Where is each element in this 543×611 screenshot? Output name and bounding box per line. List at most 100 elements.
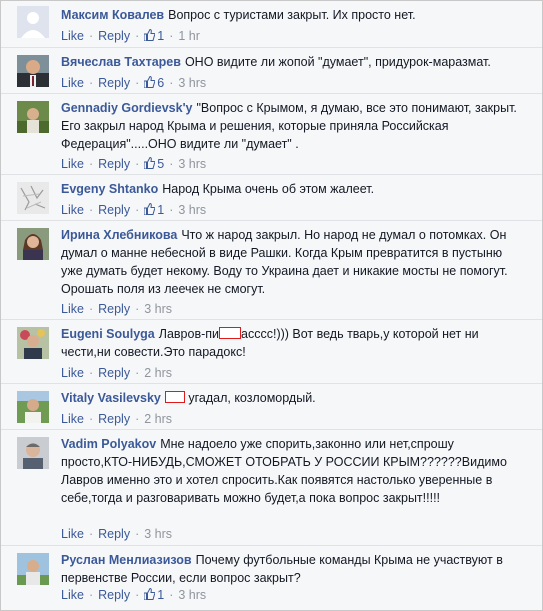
thumbs-up-icon [144,157,156,169]
comment-timestamp[interactable]: 2 hrs [144,412,172,426]
comment-body: Ирина Хлебникова Что ж народ закрыл. Но н… [61,226,524,298]
comment-body: Evgeny Shtanko Народ Крыма очень об этом … [61,180,524,198]
comment-item: Gennadiy Gordievsk'y "Вопрос с Крымом, я … [1,93,542,175]
comment-body: Руслан Менлиазизов Почему футбольные кома… [61,551,524,587]
comment-item: Вячеслав Тахтарев ОНО видите ли жопой "ду… [1,47,542,94]
avatar-photo[interactable] [17,437,49,469]
separator: · [135,366,140,380]
comment-timestamp[interactable]: 3 hrs [178,588,206,602]
like-count[interactable]: 1 [144,203,164,217]
comment-item: Максим Ковалев Вопрос с туристами закрыт.… [1,1,542,47]
separator: · [88,412,94,426]
comment-item: Ирина Хлебникова Что ж народ закрыл. Но н… [1,220,542,320]
like-button[interactable]: Like [61,366,84,380]
separator: · [135,527,140,541]
comment-author[interactable]: Вячеслав Тахтарев [61,55,181,69]
like-count[interactable]: 6 [144,76,164,90]
comment-text: Вопрос с туристами закрыт. Их просто нет… [168,8,416,22]
separator: · [135,29,140,43]
comment-timestamp[interactable]: 1 hr [178,29,200,43]
comment-timestamp[interactable]: 3 hrs [178,76,206,90]
comment-author[interactable]: Eugeni Soulyga [61,327,155,341]
comment-timestamp[interactable]: 2 hrs [144,366,172,380]
like-button[interactable]: Like [61,76,84,90]
separator: · [135,76,140,90]
comment-body: Vadim Polyakov Мне надоело уже спорить,за… [61,435,524,507]
like-button[interactable]: Like [61,203,84,217]
reply-button[interactable]: Reply [98,366,130,380]
comment-actions: Like · Reply · 3 hrs [61,301,172,317]
separator: · [88,588,94,602]
avatar-photo[interactable] [17,55,49,87]
separator: · [135,203,140,217]
thumbs-up-icon [144,588,156,600]
separator: · [88,203,94,217]
separator: · [135,412,140,426]
redaction-box [164,391,185,403]
like-count-value: 1 [157,203,165,217]
comment-item: Eugeni Soulyga Лавров-пи асссс!))) Вот вед… [1,319,542,384]
comment-author[interactable]: Vadim Polyakov [61,437,156,451]
avatar-default[interactable] [17,6,49,38]
separator: · [88,157,94,171]
like-button[interactable]: Like [61,412,84,426]
comments-panel: Максим Ковалев Вопрос с туристами закрыт.… [0,0,543,611]
avatar-photo[interactable] [17,553,49,585]
comment-author[interactable]: Ирина Хлебникова [61,228,177,242]
comment-author[interactable]: Руслан Менлиазизов [61,553,192,567]
comment-timestamp[interactable]: 3 hrs [178,157,206,171]
separator: · [88,29,94,43]
comment-author[interactable]: Максим Ковалев [61,8,164,22]
comment-body: Максим Ковалев Вопрос с туристами закрыт.… [61,6,524,24]
separator: · [169,588,174,602]
like-button[interactable]: Like [61,588,84,602]
comment-actions: Like · Reply · 6 · 3 hrs [61,75,206,91]
like-button[interactable]: Like [61,29,84,43]
reply-button[interactable]: Reply [98,588,130,602]
avatar-photo[interactable] [17,182,49,214]
comment-author[interactable]: Evgeny Shtanko [61,182,158,196]
like-button[interactable]: Like [61,527,84,541]
reply-button[interactable]: Reply [98,157,130,171]
separator: · [169,157,174,171]
avatar-photo[interactable] [17,101,49,133]
comment-body: Vitaly Vasilevsky угадал, козломордый. [61,389,524,407]
like-button[interactable]: Like [61,157,84,171]
like-count-value: 6 [157,76,165,90]
separator: · [88,527,94,541]
like-count[interactable]: 1 [144,588,164,602]
thumbs-up-icon [144,76,156,88]
comment-timestamp[interactable]: 3 hrs [144,527,172,541]
comment-item: Evgeny Shtanko Народ Крыма очень об этом … [1,174,542,221]
separator: · [135,302,140,316]
comment-text-start: Лавров-пи [158,327,220,341]
comment-actions: Like · Reply · 2 hrs [61,365,172,381]
reply-button[interactable]: Reply [98,302,130,316]
comment-actions: Like · Reply · 5 · 3 hrs [61,156,206,172]
avatar-photo[interactable] [17,391,49,423]
separator: · [88,302,94,316]
like-count-value: 1 [157,29,165,43]
like-button[interactable]: Like [61,302,84,316]
reply-button[interactable]: Reply [98,412,130,426]
avatar-photo[interactable] [17,228,49,260]
comment-author[interactable]: Gennadiy Gordievsk'y [61,101,193,115]
comment-actions: Like · Reply · 2 hrs [61,411,172,427]
thumbs-up-icon [144,29,156,41]
like-count[interactable]: 1 [144,29,164,43]
separator: · [169,203,174,217]
reply-button[interactable]: Reply [98,527,130,541]
avatar-photo[interactable] [17,327,49,359]
like-count[interactable]: 5 [144,157,164,171]
reply-button[interactable]: Reply [98,203,130,217]
reply-button[interactable]: Reply [98,29,130,43]
comment-text: Народ Крыма очень об этом жалеет. [162,182,375,196]
comment-item: Vitaly Vasilevsky угадал, козломордый. L… [1,383,542,430]
comment-timestamp[interactable]: 3 hrs [144,302,172,316]
like-count-value: 5 [157,157,165,171]
comment-timestamp[interactable]: 3 hrs [178,203,206,217]
comment-author[interactable]: Vitaly Vasilevsky [61,391,161,405]
comment-item: Vadim Polyakov Мне надоело уже спорить,за… [1,429,542,546]
comment-body: Вячеслав Тахтарев ОНО видите ли жопой "ду… [61,53,524,71]
reply-button[interactable]: Reply [98,76,130,90]
